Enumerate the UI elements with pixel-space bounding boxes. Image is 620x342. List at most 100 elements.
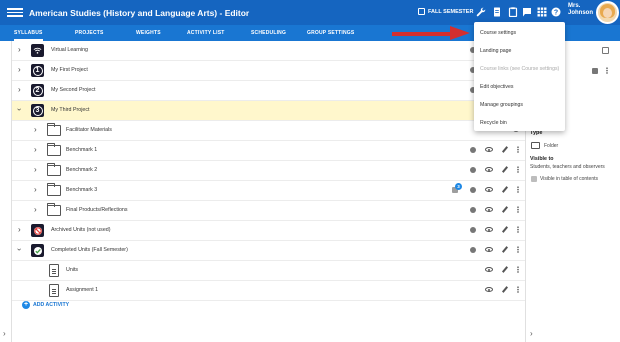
- user-name-line2: Johnson: [568, 10, 593, 16]
- pencil-icon[interactable]: [501, 226, 509, 233]
- tab-syllabus[interactable]: SYLLABUS: [14, 25, 43, 41]
- list-item[interactable]: › 2 My Second Project: [12, 81, 525, 101]
- user-name[interactable]: Mrs. Johnson: [568, 3, 593, 17]
- number-2-icon: 2: [31, 84, 44, 97]
- save-icon[interactable]: [592, 68, 598, 74]
- gear-icon[interactable]: [470, 246, 476, 253]
- gear-icon[interactable]: [470, 226, 476, 233]
- folder-icon: [47, 163, 61, 176]
- clipboard-icon[interactable]: [508, 6, 518, 18]
- chevron-down-icon[interactable]: ›: [15, 248, 24, 251]
- gear-icon[interactable]: [470, 206, 476, 213]
- menu-item-recycle-bin[interactable]: Recycle bin: [474, 114, 565, 132]
- more-options-icon[interactable]: [517, 206, 519, 213]
- chevron-right-icon[interactable]: ›: [34, 205, 37, 214]
- more-options-icon[interactable]: [606, 67, 608, 74]
- chevron-right-icon[interactable]: ›: [18, 85, 21, 94]
- more-options-icon[interactable]: [517, 166, 519, 173]
- pencil-icon[interactable]: [501, 186, 509, 193]
- copy-icon[interactable]: [602, 47, 609, 54]
- list-item[interactable]: › Archived Units (not used): [12, 221, 525, 241]
- pencil-icon[interactable]: [501, 286, 509, 293]
- folder-icon: [531, 142, 540, 149]
- more-options-icon[interactable]: [517, 186, 519, 193]
- more-options-icon[interactable]: [517, 146, 519, 153]
- chevron-down-icon[interactable]: ›: [15, 108, 24, 111]
- list-item-label: Benchmark 3: [66, 187, 98, 193]
- flag-icon[interactable]: [522, 6, 532, 18]
- gear-icon[interactable]: [470, 146, 476, 153]
- add-activity-label: ADD ACTIVITY: [33, 302, 70, 308]
- list-item[interactable]: › Final Products/Reflections: [12, 201, 525, 221]
- chevron-right-icon[interactable]: ›: [18, 225, 21, 234]
- chevron-right-icon[interactable]: ›: [18, 65, 21, 74]
- list-item[interactable]: › Benchmark 1: [12, 141, 525, 161]
- menu-item-manage-groupings[interactable]: Manage groupings: [474, 96, 565, 114]
- menu-icon[interactable]: [7, 8, 23, 17]
- list-item[interactable]: › Completed Units (Fall Semester): [12, 241, 525, 261]
- list-item[interactable]: › Virtual Learning: [12, 41, 525, 61]
- eye-icon[interactable]: [485, 207, 493, 212]
- eye-icon[interactable]: [485, 267, 493, 272]
- list-item[interactable]: › Benchmark 3 3: [12, 181, 525, 201]
- list-item[interactable]: › 3 My Third Project: [12, 101, 525, 121]
- list-item-label: Final Products/Reflections: [66, 207, 128, 213]
- add-activity-button[interactable]: + ADD ACTIVITY: [22, 301, 69, 309]
- eye-icon[interactable]: [485, 167, 493, 172]
- pencil-icon[interactable]: [501, 166, 509, 173]
- expand-panel-chevron-icon[interactable]: ›: [530, 329, 533, 338]
- more-options-icon[interactable]: [517, 286, 519, 293]
- eye-icon[interactable]: [485, 247, 493, 252]
- list-item[interactable]: › Benchmark 2: [12, 161, 525, 181]
- plus-icon: +: [22, 301, 30, 309]
- list-item-label: My Third Project: [51, 107, 90, 113]
- chevron-right-icon[interactable]: ›: [34, 165, 37, 174]
- notification-badge: 3: [455, 183, 462, 190]
- visible-to-heading: Visible to: [530, 156, 554, 162]
- more-options-icon[interactable]: [517, 246, 519, 253]
- menu-item-edit-objectives[interactable]: Edit objectives: [474, 78, 565, 96]
- toc-visibility-checkbox[interactable]: [531, 176, 537, 182]
- eye-icon[interactable]: [485, 147, 493, 152]
- document-icon[interactable]: [492, 6, 502, 18]
- eye-icon[interactable]: [485, 227, 493, 232]
- semester-selector[interactable]: FALL SEMESTER: [418, 8, 473, 15]
- avatar[interactable]: [596, 1, 619, 24]
- list-item-label: Archived Units (not used): [51, 227, 111, 233]
- notification-icon[interactable]: 3: [452, 183, 462, 194]
- tab-activity-list[interactable]: ACTIVITY LIST: [187, 25, 225, 41]
- list-item[interactable]: Units: [12, 261, 525, 281]
- eye-icon[interactable]: [485, 287, 493, 292]
- gear-icon[interactable]: [470, 186, 476, 193]
- number-3-icon: 3: [31, 104, 44, 117]
- more-options-icon[interactable]: [517, 226, 519, 233]
- gear-icon[interactable]: [470, 166, 476, 173]
- wrench-icon[interactable]: [476, 6, 486, 18]
- grid-icon[interactable]: [537, 6, 547, 18]
- list-item[interactable]: › Facilitator Materials: [12, 121, 525, 141]
- help-icon[interactable]: ?: [551, 6, 561, 18]
- tab-group-settings[interactable]: GROUP SETTINGS: [307, 25, 354, 41]
- tab-scheduling[interactable]: SCHEDULING: [251, 25, 286, 41]
- chevron-right-icon[interactable]: ›: [34, 125, 37, 134]
- pencil-icon[interactable]: [501, 206, 509, 213]
- number-1-icon: 1: [31, 64, 44, 77]
- more-options-icon[interactable]: [517, 266, 519, 273]
- chevron-right-icon[interactable]: ›: [18, 45, 21, 54]
- pencil-icon[interactable]: [501, 146, 509, 153]
- list-item-label: Benchmark 1: [66, 147, 98, 153]
- tab-projects[interactable]: PROJECTS: [75, 25, 104, 41]
- settings-dropdown-menu: Course settings Landing page Course link…: [474, 22, 565, 131]
- chevron-right-icon[interactable]: ›: [34, 145, 37, 154]
- expand-rail-chevron-icon[interactable]: ›: [3, 329, 6, 338]
- eye-icon[interactable]: [485, 187, 493, 192]
- pencil-icon[interactable]: [501, 246, 509, 253]
- pencil-icon[interactable]: [501, 266, 509, 273]
- list-item[interactable]: Assignment 1: [12, 281, 525, 301]
- menu-item-course-settings[interactable]: Course settings: [474, 24, 565, 42]
- user-name-line1: Mrs.: [568, 3, 581, 9]
- list-item[interactable]: › 1 My First Project: [12, 61, 525, 81]
- tab-weights[interactable]: WEIGHTS: [136, 25, 161, 41]
- chevron-right-icon[interactable]: ›: [34, 185, 37, 194]
- menu-item-landing-page[interactable]: Landing page: [474, 42, 565, 60]
